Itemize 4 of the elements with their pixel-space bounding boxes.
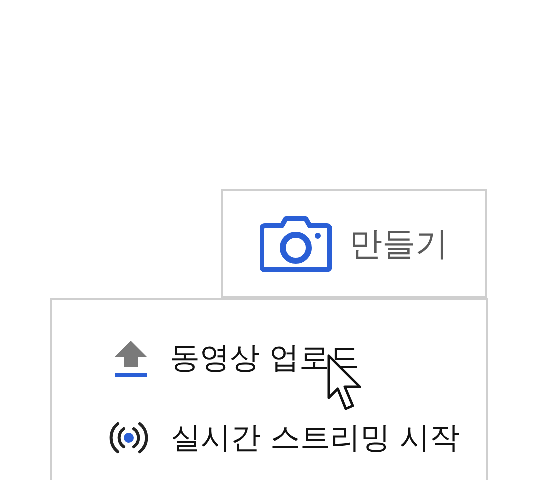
create-button[interactable]: 만들기 [221, 189, 487, 298]
camera-icon [260, 216, 332, 272]
live-icon [107, 420, 151, 456]
menu-item[interactable]: 실시간 스트리밍 시작 [52, 410, 486, 466]
